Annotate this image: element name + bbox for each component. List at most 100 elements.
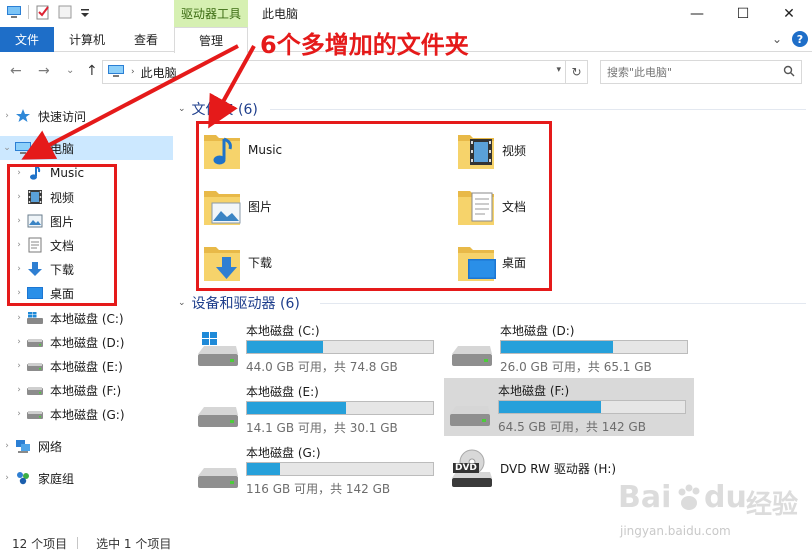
group-divider bbox=[320, 303, 806, 304]
drive-usage-fill bbox=[247, 463, 281, 475]
nav-item-drive-f[interactable]: › 本地磁盘 (F:) bbox=[0, 378, 173, 402]
nav-item-label: 家庭组 bbox=[38, 471, 75, 486]
hard-drive-icon bbox=[26, 406, 44, 422]
annotation-box-nav bbox=[7, 164, 117, 306]
nav-item-label: 本地磁盘 (C:) bbox=[50, 311, 124, 326]
minimize-button[interactable]: — bbox=[674, 0, 720, 27]
chevron-down-icon[interactable]: ⌄ bbox=[178, 298, 186, 308]
up-button[interactable]: ↑ bbox=[86, 63, 98, 79]
dvd-label: DVD bbox=[453, 463, 479, 473]
new-folder-icon[interactable] bbox=[57, 4, 73, 20]
nav-item-label: 网络 bbox=[38, 439, 63, 454]
group-header-devices[interactable]: ⌄ 设备和驱动器 (6) bbox=[178, 292, 300, 314]
drive-tile-e[interactable]: 本地磁盘 (E:) 14.1 GB 可用，共 30.1 GB bbox=[192, 379, 442, 439]
chevron-right-icon[interactable]: › bbox=[12, 409, 26, 419]
address-row: ← → ⌄ ↑ › 此电脑 ▾ ↻ bbox=[0, 56, 812, 88]
hard-drive-icon bbox=[196, 393, 240, 429]
computer-icon[interactable] bbox=[6, 4, 22, 20]
quick-access-toolbar bbox=[6, 4, 95, 20]
nav-item-drive-g[interactable]: › 本地磁盘 (G:) bbox=[0, 402, 173, 426]
drive-name: 本地磁盘 (G:) bbox=[246, 446, 321, 460]
ribbon-expand-icon[interactable]: ⌄ bbox=[772, 32, 782, 46]
recent-locations-button[interactable]: ⌄ bbox=[66, 65, 74, 76]
hard-drive-icon bbox=[196, 454, 240, 490]
watermark-brand-left: Bai bbox=[618, 480, 672, 515]
group-header-label: 文件夹 (6) bbox=[191, 102, 258, 118]
window-controls: — ☐ ✕ bbox=[674, 0, 812, 27]
drive-usage-fill bbox=[247, 341, 324, 353]
drive-usage-fill bbox=[499, 401, 602, 413]
customize-toolbar-icon[interactable] bbox=[79, 4, 95, 20]
refresh-button[interactable]: ↻ bbox=[565, 61, 587, 83]
window-title: 此电脑 bbox=[262, 7, 299, 21]
drive-usage-bar bbox=[246, 462, 434, 476]
drive-name: 本地磁盘 (F:) bbox=[498, 384, 570, 398]
paw-icon bbox=[676, 484, 704, 517]
group-header-folders[interactable]: ⌄ 文件夹 (6) bbox=[178, 98, 258, 120]
hard-drive-icon bbox=[26, 358, 44, 374]
drive-usage-bar bbox=[246, 401, 434, 415]
address-bar[interactable]: › 此电脑 ▾ ↻ bbox=[102, 60, 588, 84]
chevron-right-icon[interactable]: › bbox=[12, 313, 26, 323]
chevron-right-icon[interactable]: › bbox=[0, 111, 14, 121]
title-bar: 驱动器工具 此电脑 — ☐ ✕ bbox=[0, 0, 812, 27]
drive-free-space: 64.5 GB 可用，共 142 GB bbox=[498, 420, 646, 434]
navigation-pane: › 快速访问 ⌄ 此电脑 › Music › 视频 › 图片 › 文档 › 下载… bbox=[0, 96, 173, 526]
help-icon[interactable]: ? bbox=[792, 31, 808, 47]
annotation-box-folders bbox=[196, 121, 552, 291]
drive-name: 本地磁盘 (C:) bbox=[246, 324, 320, 338]
chevron-right-icon[interactable]: › bbox=[12, 385, 26, 395]
drive-tile-g[interactable]: 本地磁盘 (G:) 116 GB 可用，共 142 GB bbox=[192, 440, 442, 500]
chevron-right-icon[interactable]: › bbox=[0, 473, 14, 483]
nav-item-drive-c[interactable]: › 本地磁盘 (C:) bbox=[0, 306, 173, 330]
nav-item-homegroup[interactable]: › 家庭组 bbox=[0, 466, 173, 490]
nav-item-label: 本地磁盘 (D:) bbox=[50, 335, 125, 350]
chevron-down-icon[interactable]: ⌄ bbox=[0, 143, 14, 153]
context-tab-drive-tools: 驱动器工具 bbox=[174, 0, 248, 27]
drive-free-space: 44.0 GB 可用，共 74.8 GB bbox=[246, 360, 398, 374]
breadcrumb-this-pc[interactable]: 此电脑 bbox=[141, 64, 177, 81]
properties-icon[interactable] bbox=[35, 4, 51, 20]
tab-manage[interactable]: 管理 bbox=[174, 27, 248, 53]
drive-tile-f[interactable]: 本地磁盘 (F:) 64.5 GB 可用，共 142 GB bbox=[444, 378, 694, 436]
homegroup-icon bbox=[14, 470, 32, 486]
search-input[interactable] bbox=[607, 65, 767, 79]
tab-computer[interactable]: 计算机 bbox=[58, 27, 116, 52]
breadcrumb-separator: › bbox=[131, 67, 135, 77]
chevron-right-icon[interactable]: › bbox=[12, 361, 26, 371]
hard-drive-icon bbox=[450, 332, 494, 368]
nav-item-label: 此电脑 bbox=[38, 141, 75, 156]
annotation-text: 6个多增加的文件夹 bbox=[260, 31, 469, 59]
maximize-button[interactable]: ☐ bbox=[720, 0, 766, 27]
nav-item-network[interactable]: › 网络 bbox=[0, 434, 173, 458]
chevron-right-icon[interactable]: › bbox=[12, 337, 26, 347]
group-divider bbox=[270, 109, 806, 110]
chevron-down-icon[interactable]: ⌄ bbox=[178, 104, 186, 114]
forward-button[interactable]: → bbox=[38, 63, 50, 79]
drive-name: 本地磁盘 (E:) bbox=[246, 385, 319, 399]
drive-tile-d[interactable]: 本地磁盘 (D:) 26.0 GB 可用，共 65.1 GB bbox=[446, 318, 696, 378]
drive-name: 本地磁盘 (D:) bbox=[500, 324, 575, 338]
search-box[interactable] bbox=[600, 60, 802, 84]
address-dropdown-icon[interactable]: ▾ bbox=[556, 65, 561, 75]
nav-item-this-pc[interactable]: ⌄ 此电脑 bbox=[0, 136, 173, 160]
hard-drive-icon bbox=[26, 382, 44, 398]
network-icon bbox=[14, 438, 32, 454]
nav-item-drive-e[interactable]: › 本地磁盘 (E:) bbox=[0, 354, 173, 378]
drive-usage-fill bbox=[501, 341, 613, 353]
nav-item-drive-d[interactable]: › 本地磁盘 (D:) bbox=[0, 330, 173, 354]
tab-file[interactable]: 文件 bbox=[0, 27, 54, 52]
status-divider bbox=[77, 537, 79, 549]
drive-name: DVD RW 驱动器 (H:) bbox=[500, 462, 617, 476]
content-pane: ⌄ 文件夹 (6) Music 视频 图片 文档 下载 桌面 ⌄ 设备和驱动器 … bbox=[174, 96, 812, 526]
nav-item-label: 快速访问 bbox=[38, 109, 87, 124]
chevron-right-icon[interactable]: › bbox=[0, 441, 14, 451]
close-button[interactable]: ✕ bbox=[766, 0, 812, 27]
back-button[interactable]: ← bbox=[10, 63, 22, 79]
tab-view[interactable]: 查看 bbox=[122, 27, 170, 52]
star-icon bbox=[14, 108, 32, 124]
drive-tile-c[interactable]: 本地磁盘 (C:) 44.0 GB 可用，共 74.8 GB bbox=[192, 318, 442, 378]
nav-item-quick-access[interactable]: › 快速访问 bbox=[0, 104, 173, 128]
search-icon[interactable] bbox=[783, 65, 795, 80]
nav-item-label: 本地磁盘 (E:) bbox=[50, 359, 123, 374]
